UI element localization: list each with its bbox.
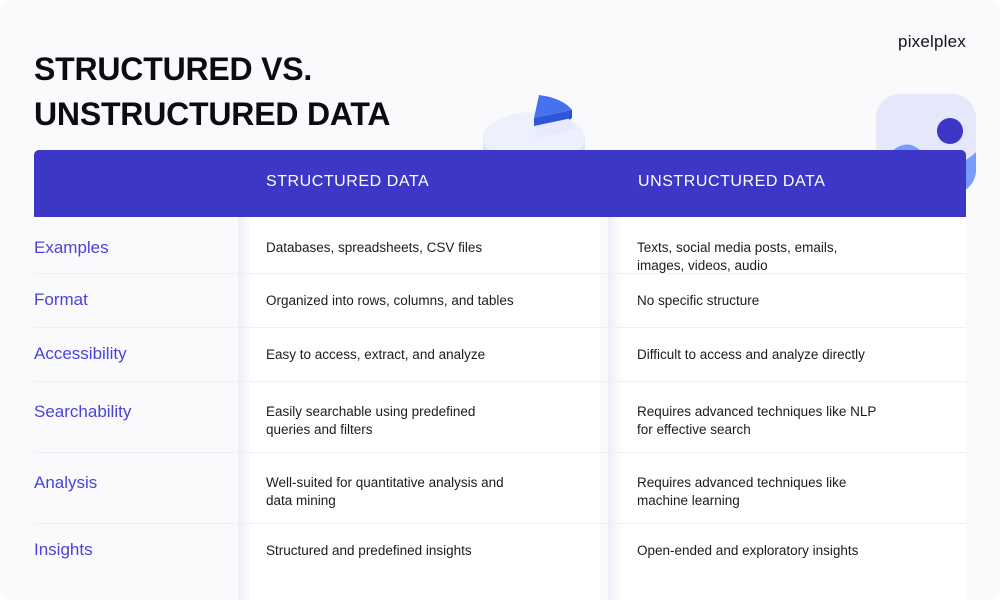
row-divider bbox=[34, 273, 966, 274]
cell-unstructured: Texts, social media posts, emails, image… bbox=[637, 240, 838, 273]
row-label: Searchability bbox=[34, 402, 132, 421]
row-divider bbox=[34, 452, 966, 453]
cell-structured: Easy to access, extract, and analyze bbox=[266, 347, 486, 362]
cell-unstructured: Requires advanced techniques like NLP fo… bbox=[637, 404, 877, 437]
table-row: Format Organized into rows, columns, and … bbox=[0, 273, 1000, 327]
cell-structured: Organized into rows, columns, and tables bbox=[266, 293, 514, 308]
column-header-structured: STRUCTURED DATA bbox=[266, 173, 430, 190]
cell-unstructured: No specific structure bbox=[637, 293, 760, 308]
table-row: Examples Databases, spreadsheets, CSV fil… bbox=[0, 217, 1000, 273]
cell-structured: Databases, spreadsheets, CSV files bbox=[266, 240, 483, 255]
cell-structured: Easily searchable using predefined queri… bbox=[266, 404, 476, 437]
row-divider bbox=[34, 327, 966, 328]
brand-logo: pixelplex bbox=[898, 32, 966, 51]
table-body: Examples Databases, spreadsheets, CSV fil… bbox=[0, 217, 1000, 600]
row-label: Analysis bbox=[34, 473, 98, 492]
column-header-unstructured: UNSTRUCTURED DATA bbox=[638, 173, 826, 190]
row-divider bbox=[34, 381, 966, 382]
comparison-table: STRUCTURED DATA UNSTRUCTURED DATA Exampl… bbox=[0, 150, 1000, 600]
row-divider bbox=[34, 523, 966, 524]
cell-unstructured: Open-ended and exploratory insights bbox=[637, 543, 859, 558]
row-label: Format bbox=[34, 290, 88, 309]
table-row: Accessibility Easy to access, extract, an… bbox=[0, 327, 1000, 381]
cell-unstructured: Requires advanced techniques like machin… bbox=[637, 475, 847, 508]
table-row: Analysis Well-suited for quantitative ana… bbox=[0, 452, 1000, 523]
cell-unstructured: Difficult to access and analyze directly bbox=[637, 347, 865, 362]
cell-structured: Well-suited for quantitative analysis an… bbox=[266, 475, 504, 508]
table-header-row: STRUCTURED DATA UNSTRUCTURED DATA bbox=[34, 150, 966, 217]
page-title: STRUCTURED VS. UNSTRUCTURED DATA bbox=[34, 51, 391, 133]
table-row: Searchability Easily searchable using pre… bbox=[0, 381, 1000, 452]
infographic-canvas: STRUCTURED VS. UNSTRUCTURED DATA pixelpl… bbox=[0, 0, 1000, 600]
table-row: Insights Structured and predefined insigh… bbox=[0, 523, 1000, 600]
row-label: Accessibility bbox=[34, 344, 127, 363]
row-label: Examples bbox=[34, 238, 109, 257]
cell-structured: Structured and predefined insights bbox=[266, 543, 472, 558]
row-label: Insights bbox=[34, 540, 93, 559]
